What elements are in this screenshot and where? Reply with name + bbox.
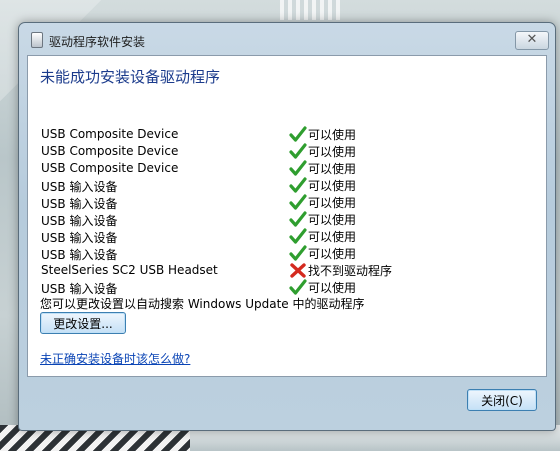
device-status: 可以使用: [289, 126, 356, 143]
device-name: USB Composite Device: [41, 127, 179, 141]
device-name: USB 输入设备: [41, 248, 118, 262]
check-icon: [289, 211, 307, 228]
device-name: USB Composite Device: [41, 161, 179, 175]
check-icon: [289, 177, 307, 194]
check-icon: [289, 143, 307, 160]
error-x-icon: [289, 262, 307, 279]
window-title: 驱动程序软件安装: [49, 35, 146, 49]
check-icon: [289, 194, 307, 211]
device-name: USB 输入设备: [41, 231, 118, 245]
device-status: 可以使用: [289, 211, 356, 228]
device-name: USB 输入设备: [41, 180, 118, 194]
change-settings-text: 您可以更改设置以自动搜索 Windows Update 中的驱动程序: [40, 297, 365, 311]
list-item: USB Composite Device 可以使用: [41, 160, 541, 178]
driver-install-dialog: 驱动程序软件安装 ✕ 未能成功安装设备驱动程序 USB Composite De…: [18, 22, 556, 431]
device-status-label: 可以使用: [308, 145, 357, 159]
device-status: 可以使用: [289, 279, 356, 296]
list-item: USB 输入设备 可以使用: [41, 194, 541, 212]
change-settings-button[interactable]: 更改设置...: [40, 312, 126, 334]
list-item: USB 输入设备 可以使用: [41, 211, 541, 229]
list-item: USB 输入设备 可以使用: [41, 245, 541, 263]
list-item: SteelSeries SC2 USB Headset 找不到驱动程序: [41, 263, 541, 280]
check-icon: [289, 126, 307, 143]
check-icon: [289, 160, 307, 177]
device-status: 可以使用: [289, 160, 356, 177]
device-status: 找不到驱动程序: [289, 262, 392, 279]
check-icon: [289, 228, 307, 245]
device-status: 可以使用: [289, 143, 356, 160]
list-item: USB 输入设备 可以使用: [41, 177, 541, 195]
device-name: USB 输入设备: [41, 214, 118, 228]
close-button[interactable]: 关闭(C): [467, 389, 537, 411]
close-icon[interactable]: ✕: [515, 31, 549, 50]
device-status-label: 可以使用: [308, 128, 357, 142]
content-panel: 未能成功安装设备驱动程序 USB Composite Device 可以使用 USB…: [27, 55, 547, 377]
device-status-label: 找不到驱动程序: [308, 264, 393, 278]
list-item: USB 输入设备 可以使用: [41, 228, 541, 246]
device-status-label: 可以使用: [308, 230, 357, 244]
device-status-label: 可以使用: [308, 213, 357, 227]
device-name: USB 输入设备: [41, 197, 118, 211]
check-icon: [289, 245, 307, 262]
help-link[interactable]: 未正确安装设备时该怎么做?: [40, 350, 190, 367]
device-status-label: 可以使用: [308, 281, 357, 295]
device-status: 可以使用: [289, 177, 356, 194]
device-status: 可以使用: [289, 194, 356, 211]
list-item: USB Composite Device 可以使用: [41, 126, 541, 144]
device-icon: [31, 32, 43, 48]
device-name: SteelSeries SC2 USB Headset: [41, 263, 218, 277]
device-name: USB Composite Device: [41, 144, 179, 158]
check-icon: [289, 279, 307, 296]
device-status: 可以使用: [289, 245, 356, 262]
page-title: 未能成功安装设备驱动程序: [40, 68, 221, 86]
desktop-decoration: [280, 0, 340, 20]
list-item: USB Composite Device 可以使用: [41, 143, 541, 161]
device-status-label: 可以使用: [308, 162, 357, 176]
device-status-label: 可以使用: [308, 179, 357, 193]
device-status-label: 可以使用: [308, 247, 357, 261]
device-status: 可以使用: [289, 228, 356, 245]
device-status-label: 可以使用: [308, 196, 357, 210]
